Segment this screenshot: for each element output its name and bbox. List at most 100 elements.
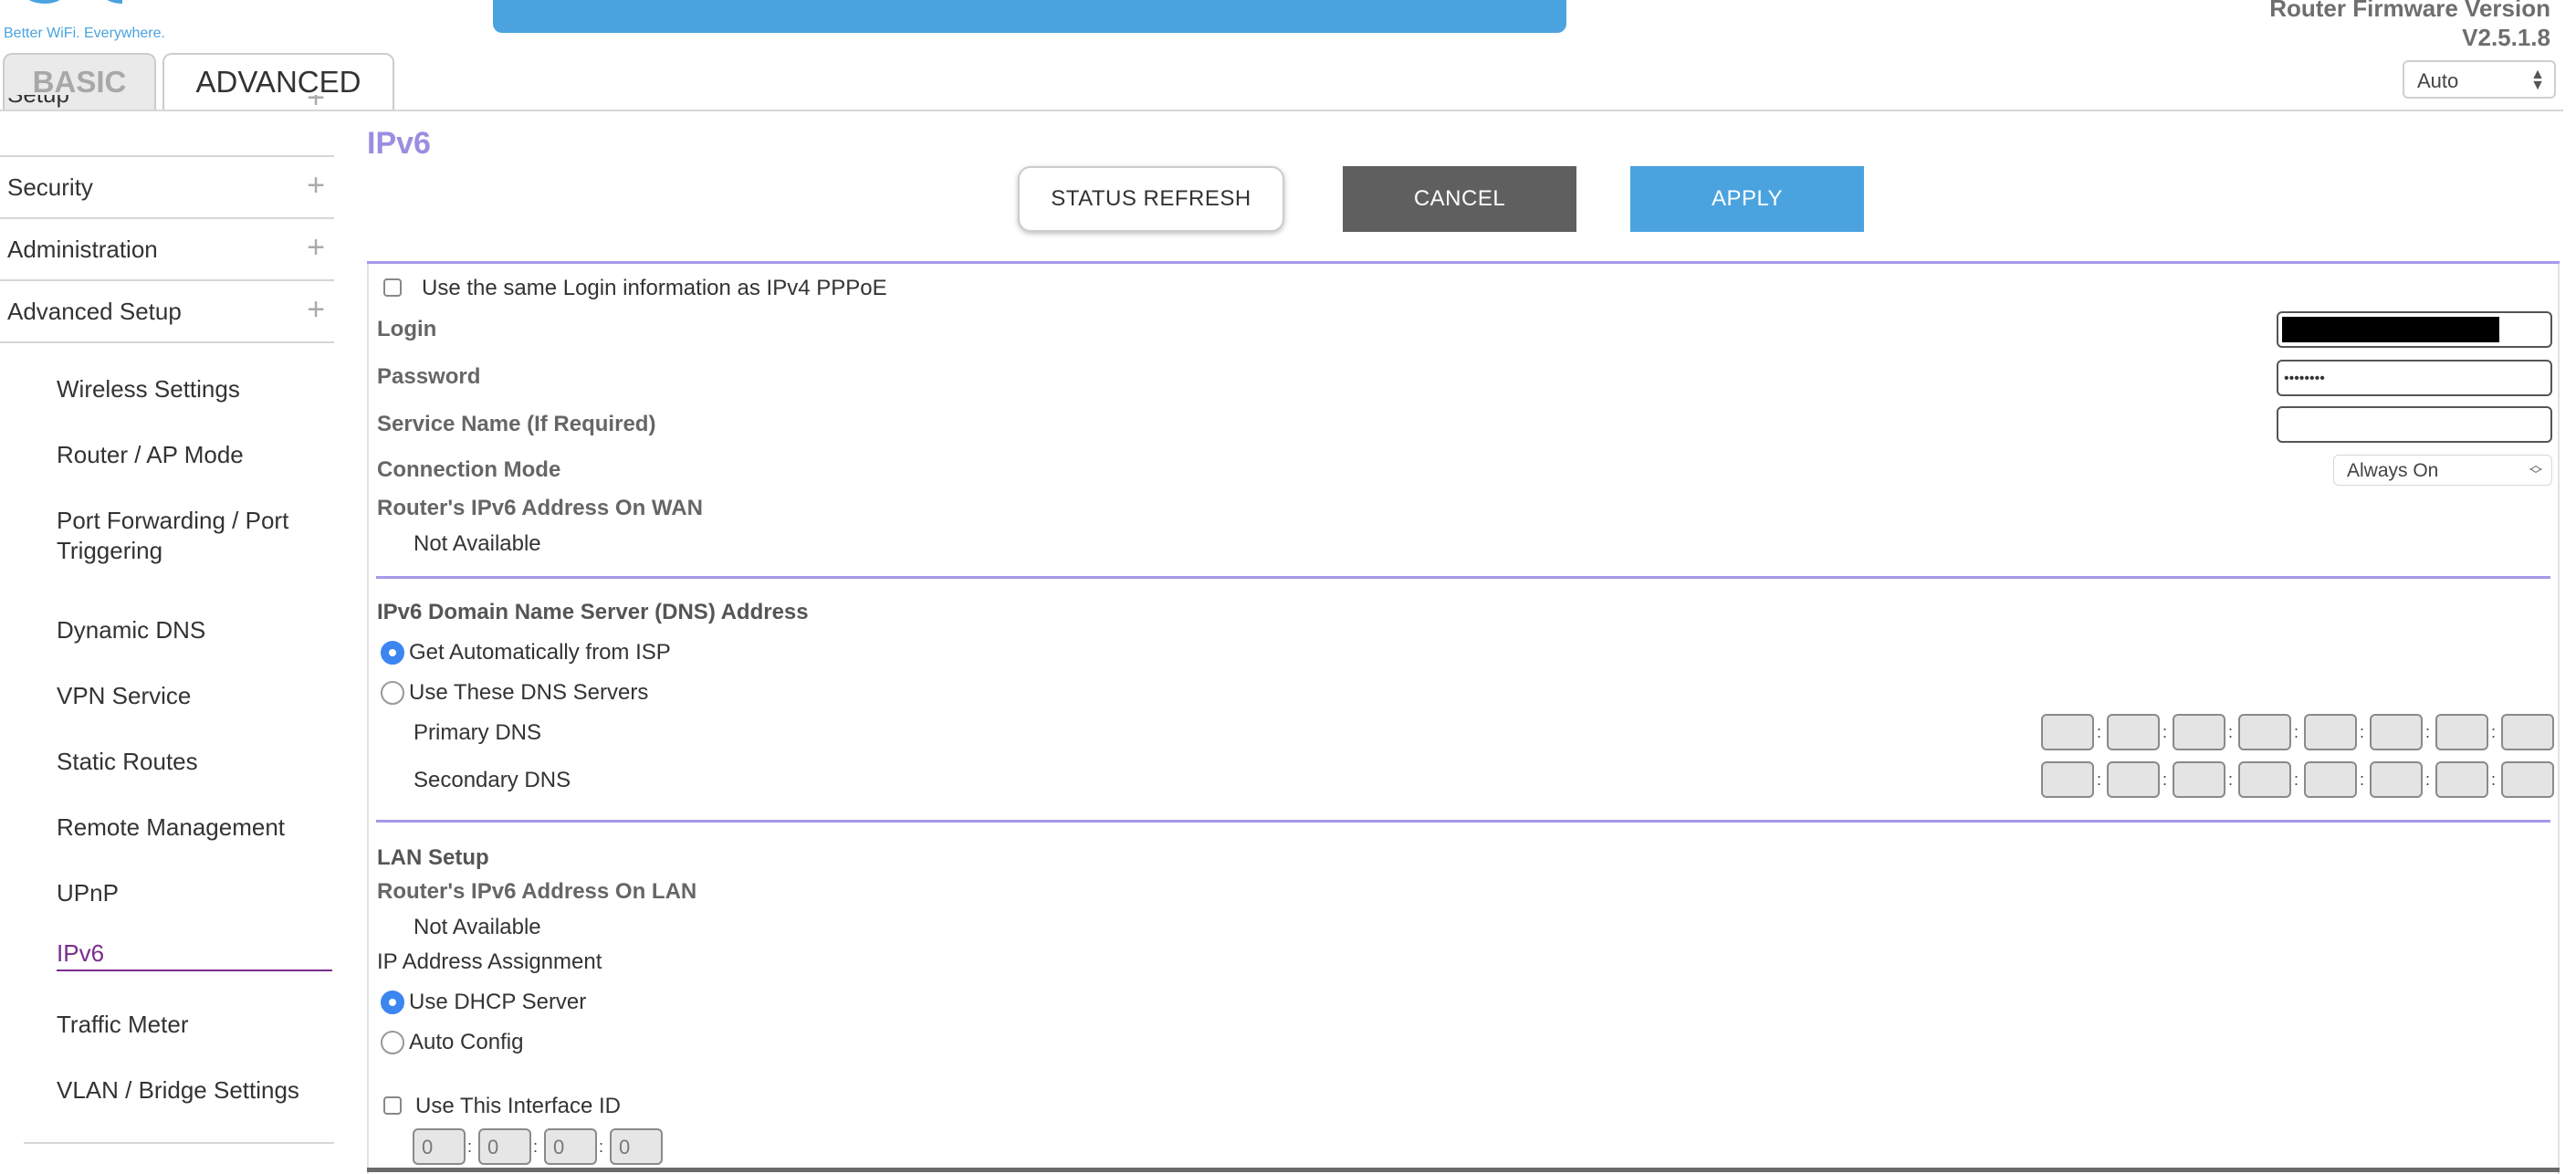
dns-manual-label: Use These DNS Servers <box>409 680 649 705</box>
cancel-button[interactable]: CANCEL <box>1343 166 1576 232</box>
sidebar-category-label: Administration <box>7 235 158 263</box>
colon-separator: : <box>2360 723 2365 741</box>
service-name-label: Service Name (If Required) <box>377 412 656 436</box>
colon-separator: : <box>2294 770 2299 789</box>
login-input[interactable] <box>2277 311 2552 348</box>
colon-separator: : <box>599 1137 604 1156</box>
dns-auto-radio[interactable] <box>381 641 404 665</box>
lan-address-value: Not Available <box>414 915 541 939</box>
sidebar-item-traffic-meter[interactable]: Traffic Meter <box>57 1010 188 1040</box>
colon-separator: : <box>2491 770 2497 789</box>
connection-mode-value: Always On <box>2347 460 2439 481</box>
secondary-dns-segment-1[interactable] <box>2041 761 2094 798</box>
sidebar-item-router-ap-mode[interactable]: Router / AP Mode <box>57 440 244 470</box>
sidebar-item-upnp[interactable]: UPnP <box>57 878 119 908</box>
interface-id-field-2[interactable]: 0 <box>478 1128 531 1165</box>
sidebar-category-administration[interactable]: Administration + <box>0 219 334 281</box>
section-divider <box>376 820 2550 823</box>
redacted-value <box>2282 317 2499 342</box>
sidebar-bottom-divider <box>24 1142 334 1144</box>
primary-dns-segment-6[interactable] <box>2370 714 2423 750</box>
colon-separator: : <box>2097 770 2102 789</box>
connection-mode-select[interactable]: Always On ︿ ﹀ <box>2333 455 2552 486</box>
sidebar-item-port-forwarding[interactable]: Port Forwarding / Port Triggering <box>57 506 330 566</box>
secondary-dns-segment-3[interactable] <box>2173 761 2225 798</box>
colon-separator: : <box>2425 770 2431 789</box>
dhcp-server-radio[interactable] <box>381 991 404 1014</box>
colon-separator: : <box>2491 723 2497 741</box>
dhcp-server-label: Use DHCP Server <box>409 990 587 1014</box>
secondary-dns-segment-2[interactable] <box>2107 761 2160 798</box>
sidebar-category-advanced-setup[interactable]: Advanced Setup + <box>0 281 334 343</box>
same-login-checkbox[interactable] <box>383 278 402 297</box>
interface-id-checkbox[interactable] <box>383 1096 402 1115</box>
sidebar-item-dynamic-dns[interactable]: Dynamic DNS <box>57 615 205 645</box>
plus-icon: + <box>307 168 325 203</box>
colon-separator: : <box>2162 770 2168 789</box>
plus-icon: + <box>307 230 325 265</box>
plus-icon: + <box>307 292 325 327</box>
secondary-dns-segment-7[interactable] <box>2435 761 2488 798</box>
secondary-dns-segment-4[interactable] <box>2238 761 2291 798</box>
section-divider <box>376 576 2550 579</box>
interface-id-field-3[interactable]: 0 <box>544 1128 597 1165</box>
colon-separator: : <box>2228 723 2234 741</box>
colon-separator: : <box>2162 723 2168 741</box>
page-title: IPv6 <box>367 126 431 161</box>
primary-dns-segment-5[interactable] <box>2304 714 2357 750</box>
interface-id-field-4[interactable]: 0 <box>610 1128 663 1165</box>
interface-id-field-1[interactable]: 0 <box>413 1128 466 1165</box>
language-select[interactable]: Auto ▲ ▼ <box>2403 60 2556 99</box>
sidebar-item-remote-management[interactable]: Remote Management <box>57 812 285 843</box>
ip-assignment-label: IP Address Assignment <box>377 949 602 974</box>
header-divider <box>0 110 2563 111</box>
active-item-underline <box>57 970 332 971</box>
apply-button[interactable]: APPLY <box>1630 166 1864 232</box>
colon-separator: : <box>467 1137 473 1156</box>
secondary-dns-segment-8[interactable] <box>2501 761 2554 798</box>
lan-section-title: LAN Setup <box>377 845 489 870</box>
colon-separator: : <box>533 1137 539 1156</box>
service-name-input[interactable] <box>2277 406 2552 443</box>
same-login-label: Use the same Login information as IPv4 P… <box>422 276 887 300</box>
primary-dns-label: Primary DNS <box>414 720 542 745</box>
sidebar-category-label: Security <box>7 173 93 201</box>
primary-dns-segment-3[interactable] <box>2173 714 2225 750</box>
primary-dns-segment-8[interactable] <box>2501 714 2554 750</box>
sidebar-category-security[interactable]: Security + <box>0 157 334 219</box>
colon-separator: : <box>2425 723 2431 741</box>
connection-mode-label: Connection Mode <box>377 457 561 482</box>
primary-dns-segment-1[interactable] <box>2041 714 2094 750</box>
sidebar-item-vlan-bridge[interactable]: VLAN / Bridge Settings <box>57 1075 299 1106</box>
sidebar-item-static-routes[interactable]: Static Routes <box>57 747 198 777</box>
dns-auto-label: Get Automatically from ISP <box>409 640 671 665</box>
sidebar-item-vpn-service[interactable]: VPN Service <box>57 681 191 711</box>
sidebar-category-setup[interactable]: Setup + <box>0 95 334 157</box>
secondary-dns-segment-5[interactable] <box>2304 761 2357 798</box>
language-select-value: Auto <box>2417 69 2459 92</box>
status-refresh-button[interactable]: STATUS REFRESH <box>1018 166 1284 232</box>
sidebar-category-label: Advanced Setup <box>7 297 182 325</box>
secondary-dns-segment-6[interactable] <box>2370 761 2423 798</box>
sidebar-category-label: Setup <box>7 95 69 109</box>
section-divider <box>367 261 2560 264</box>
interface-id-label: Use This Interface ID <box>415 1094 621 1118</box>
password-input[interactable]: •••••••• <box>2277 360 2552 396</box>
dns-section-title: IPv6 Domain Name Server (DNS) Address <box>377 600 809 624</box>
wan-address-value: Not Available <box>414 531 541 556</box>
primary-dns-segment-2[interactable] <box>2107 714 2160 750</box>
password-label: Password <box>377 364 481 389</box>
firmware-label: Router Firmware Version <box>2269 0 2550 22</box>
dns-manual-radio[interactable] <box>381 681 404 705</box>
select-arrows-icon: ▲ ▼ <box>2530 67 2545 93</box>
select-arrows-icon: ︿ ﹀ <box>2529 457 2542 482</box>
primary-dns-segment-7[interactable] <box>2435 714 2488 750</box>
main-panel <box>367 261 2560 1174</box>
brand-tagline: Better WiFi. Everywhere. <box>4 26 165 41</box>
auto-config-label: Auto Config <box>409 1030 524 1054</box>
sidebar-item-wireless-settings[interactable]: Wireless Settings <box>57 374 240 404</box>
colon-separator: : <box>2097 723 2102 741</box>
auto-config-radio[interactable] <box>381 1031 404 1054</box>
primary-dns-segment-4[interactable] <box>2238 714 2291 750</box>
sidebar-item-ipv6[interactable]: IPv6 <box>57 938 104 969</box>
